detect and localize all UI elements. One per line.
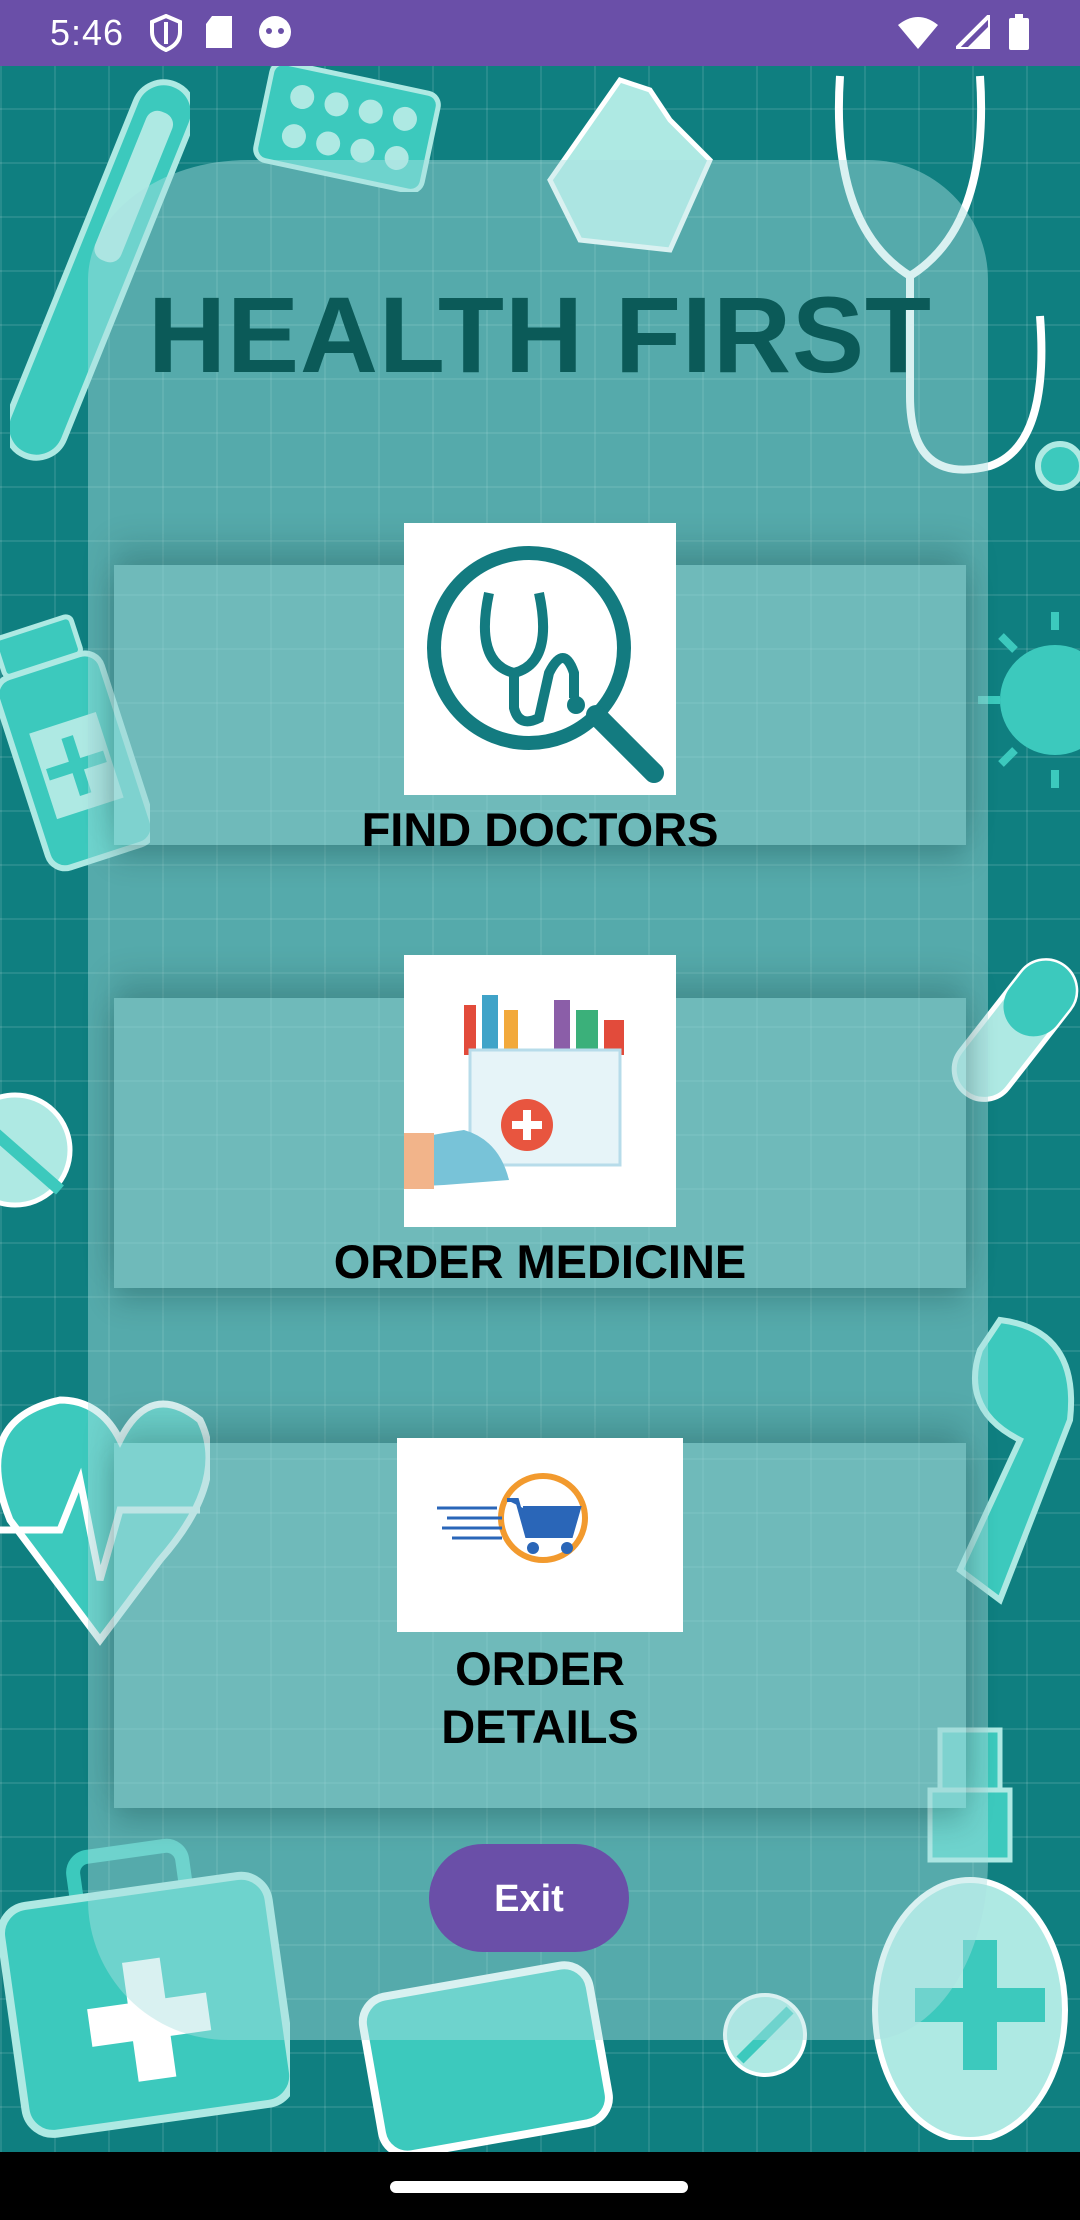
medicine-bag-icon [404, 995, 624, 1189]
order-medicine-label[interactable]: ORDER MEDICINE [0, 1234, 1080, 1289]
virus-icon [978, 612, 1080, 788]
order-details-label-line2: DETAILS [441, 1700, 639, 1753]
shield-icon [150, 14, 182, 52]
android-debug-icon [259, 16, 291, 48]
wifi-icon [898, 17, 938, 49]
battery-icon [1009, 14, 1029, 50]
find-doctors-label[interactable]: FIND DOCTORS [0, 802, 1080, 857]
navigation-bar [0, 2152, 1080, 2220]
sd-card-icon [206, 16, 232, 48]
find-doctors-image[interactable] [404, 523, 676, 795]
stethoscope-search-icon [427, 546, 664, 783]
order-details-label-line1: ORDER [455, 1642, 625, 1695]
order-details-image[interactable] [397, 1438, 683, 1632]
status-time: 5:46 [50, 12, 125, 53]
order-medicine-image[interactable] [404, 955, 676, 1227]
pill-icon [0, 1092, 73, 1208]
app-title: HEALTH FIRST [148, 274, 932, 395]
signal-icon [956, 15, 990, 49]
order-details-label[interactable]: ORDER DETAILS [0, 1640, 1080, 1756]
status-bar: 5:46 [0, 0, 1080, 66]
shopping-cart-icon [437, 1473, 588, 1563]
home-gesture-handle[interactable] [390, 2181, 688, 2193]
exit-button[interactable]: Exit [429, 1844, 629, 1952]
